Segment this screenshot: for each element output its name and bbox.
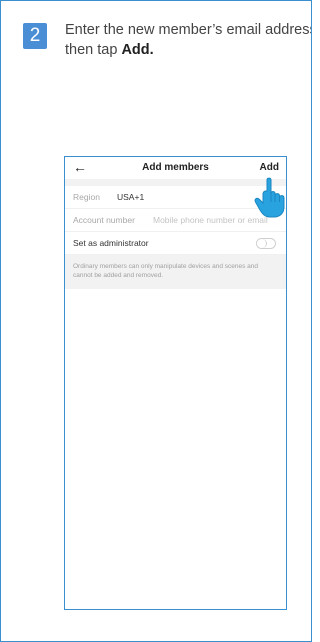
- account-number-row[interactable]: Account number Mobile phone number or em…: [65, 209, 286, 232]
- region-value: USA+1: [117, 192, 145, 202]
- step-number-badge: 2: [23, 23, 47, 49]
- toggle-knob: [257, 239, 267, 248]
- app-header: ← Add members Add: [65, 157, 286, 179]
- add-button[interactable]: Add: [260, 162, 279, 173]
- instruction-line-2: then tap Add.: [65, 40, 311, 60]
- page-title: Add members: [142, 162, 209, 173]
- step-instruction: Enter the new member’s email address, th…: [65, 20, 312, 60]
- region-row[interactable]: Region USA+1: [65, 186, 286, 209]
- member-permission-note: Ordinary members can only manipulate dev…: [65, 255, 286, 289]
- administrator-toggle[interactable]: [256, 238, 276, 249]
- instruction-line-2-text: then tap: [65, 42, 122, 58]
- phone-screenshot: ← Add members Add Region USA+1 Account n…: [64, 156, 287, 610]
- instruction-line-1: Enter the new member’s email address,: [65, 22, 312, 38]
- account-number-input[interactable]: Mobile phone number or email: [153, 209, 268, 231]
- instruction-page: 2 Enter the new member’s email address, …: [0, 0, 312, 642]
- account-number-label: Account number: [73, 215, 135, 225]
- header-divider: [65, 179, 286, 186]
- region-label: Region: [73, 192, 100, 202]
- administrator-row: Set as administrator: [65, 232, 286, 255]
- tap-hand-icon: [254, 177, 285, 218]
- administrator-label: Set as administrator: [73, 238, 149, 248]
- instruction-add-emphasis: Add.: [121, 42, 154, 58]
